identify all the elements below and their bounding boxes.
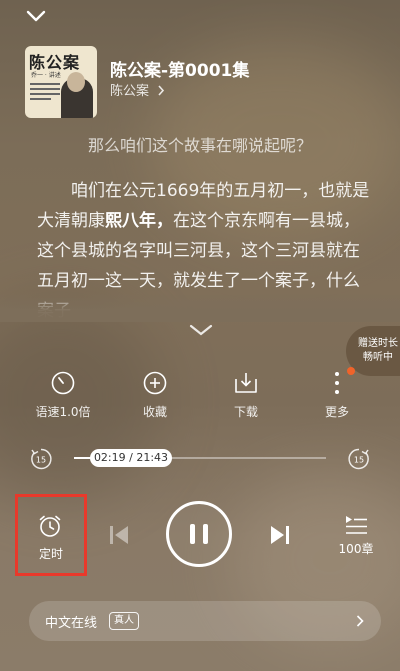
next-track-icon[interactable] bbox=[268, 522, 292, 548]
album-link[interactable]: 陈公案 bbox=[110, 80, 165, 99]
lyric-fade-overlay bbox=[0, 292, 400, 322]
favorite-button[interactable]: 收藏 bbox=[115, 370, 195, 420]
favorite-label: 收藏 bbox=[142, 405, 167, 419]
pause-icon-bar-right bbox=[203, 524, 208, 544]
voice-tag-badge: 真人 bbox=[109, 612, 139, 630]
more-button[interactable]: 更多 bbox=[297, 370, 377, 420]
skip-forward-15-icon[interactable]: 15 bbox=[346, 446, 372, 472]
voice-selector-bar[interactable]: 中文在线 真人 bbox=[29, 601, 381, 641]
speedometer-icon bbox=[51, 371, 75, 395]
sleep-timer-button[interactable]: 定时 bbox=[15, 494, 87, 576]
voice-name: 中文在线 bbox=[45, 616, 98, 631]
download-icon bbox=[235, 373, 257, 393]
pause-icon-bar-left bbox=[190, 524, 195, 544]
timer-label: 定时 bbox=[38, 547, 63, 561]
narrator-head bbox=[67, 72, 85, 92]
speed-label: 语速1.0倍 bbox=[35, 405, 91, 419]
cover-subtitle: 乔一 · 讲述 bbox=[31, 72, 61, 79]
playlist-label: 100章 bbox=[338, 542, 374, 556]
more-vertical-icon bbox=[335, 372, 339, 394]
skip-back-seconds: 15 bbox=[36, 456, 46, 465]
cover-text-lines bbox=[30, 83, 60, 103]
playlist-icon bbox=[346, 516, 367, 534]
chevron-right-icon bbox=[158, 85, 165, 96]
album-cover[interactable]: 陈公案 乔一 · 讲述 bbox=[25, 46, 97, 118]
promo-line-2: 畅听中 bbox=[363, 352, 393, 363]
notification-dot bbox=[347, 367, 355, 375]
playlist-button[interactable]: 100章 bbox=[328, 514, 384, 557]
lyric-highlight: 熙八年， bbox=[105, 211, 173, 231]
episode-title: 陈公案-第0001集 bbox=[110, 61, 250, 81]
chevron-right-icon bbox=[356, 615, 364, 627]
previous-track-icon[interactable] bbox=[107, 522, 131, 548]
download-label: 下载 bbox=[233, 405, 258, 419]
collapse-chevron-icon[interactable] bbox=[24, 6, 48, 26]
alarm-clock-icon bbox=[39, 515, 61, 537]
expand-lyrics-chevron-icon[interactable] bbox=[188, 323, 214, 337]
add-circle-icon bbox=[143, 371, 167, 395]
progress-thumb-time[interactable]: 02:19 / 21:43 bbox=[90, 449, 172, 467]
skip-back-15-icon[interactable]: 15 bbox=[28, 446, 54, 472]
more-label: 更多 bbox=[324, 405, 349, 419]
lyric-previous-line: 那么咱们这个故事在哪说起呢？ bbox=[87, 136, 312, 155]
album-name: 陈公案 bbox=[110, 84, 150, 99]
download-button[interactable]: 下载 bbox=[206, 370, 286, 420]
pause-button[interactable] bbox=[166, 501, 232, 567]
skip-forward-seconds: 15 bbox=[354, 456, 364, 465]
speed-button[interactable]: 语速1.0倍 bbox=[23, 370, 103, 420]
promo-line-1: 赠送时长 bbox=[358, 338, 398, 349]
